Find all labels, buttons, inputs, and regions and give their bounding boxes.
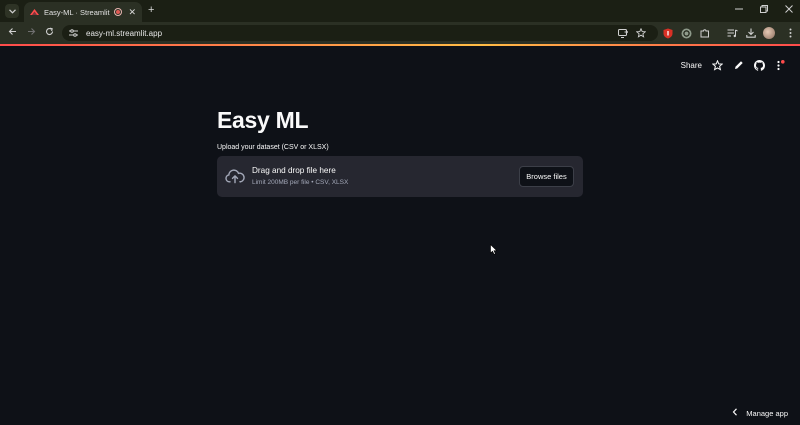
site-info-icon[interactable] bbox=[68, 28, 78, 38]
cloud-upload-icon bbox=[225, 169, 245, 184]
uploader-label: Upload your dataset (CSV or XLSX) bbox=[217, 144, 329, 151]
bookmark-star-icon[interactable] bbox=[636, 25, 646, 41]
dropzone-limits: Limit 200MB per file • CSV, XLSX bbox=[252, 179, 349, 186]
install-app-icon[interactable] bbox=[618, 25, 628, 41]
share-button[interactable]: Share bbox=[681, 61, 702, 70]
browser-tab-bar: Easy-ML · Streamlit ✕ + bbox=[0, 0, 800, 22]
restore-icon[interactable] bbox=[760, 5, 768, 15]
browser-menu-icon[interactable] bbox=[783, 26, 797, 40]
manage-app-label: Manage app bbox=[746, 408, 788, 418]
address-bar[interactable]: easy-ml.streamlit.app bbox=[62, 25, 658, 41]
minimize-icon[interactable] bbox=[735, 5, 743, 15]
main-content: Easy ML Upload your dataset (CSV or XLSX… bbox=[217, 106, 583, 197]
dropzone-instructions: Drag and drop file here bbox=[252, 166, 336, 175]
profile-avatar[interactable] bbox=[763, 27, 775, 39]
main-menu-icon[interactable] bbox=[775, 59, 786, 71]
page-title: Easy ML bbox=[217, 107, 309, 133]
window-close-icon[interactable] bbox=[785, 5, 793, 15]
browser-tab-active[interactable]: Easy-ML · Streamlit ✕ bbox=[24, 2, 142, 22]
shield-extension-icon[interactable] bbox=[661, 26, 675, 40]
manage-app-button[interactable]: Manage app bbox=[732, 408, 788, 418]
file-dropzone[interactable]: Drag and drop file here Limit 200MB per … bbox=[217, 156, 583, 197]
streamlit-app: Share Easy ML Upload your dataset (CSV o… bbox=[0, 46, 800, 425]
chevron-left-icon bbox=[732, 408, 738, 418]
app-header-toolbar: Share bbox=[681, 58, 786, 72]
tab-title: Easy-ML · Streamlit bbox=[44, 7, 110, 17]
tab-search-button[interactable] bbox=[5, 4, 19, 18]
back-arrow-icon[interactable] bbox=[8, 27, 17, 39]
tab-close-icon[interactable]: ✕ bbox=[128, 7, 136, 17]
url-text: easy-ml.streamlit.app bbox=[86, 28, 163, 38]
browse-files-button[interactable]: Browse files bbox=[519, 166, 574, 187]
github-icon[interactable] bbox=[754, 59, 765, 71]
recording-indicator-icon bbox=[114, 8, 123, 16]
extensions-puzzle-icon[interactable] bbox=[698, 26, 712, 40]
star-icon[interactable] bbox=[712, 59, 723, 71]
chevron-down-icon bbox=[8, 8, 16, 14]
chatgpt-extension-icon[interactable] bbox=[679, 26, 693, 40]
browser-toolbar: easy-ml.streamlit.app bbox=[0, 22, 800, 44]
forward-arrow-icon[interactable] bbox=[27, 27, 36, 39]
mouse-pointer-icon bbox=[490, 244, 498, 255]
reload-icon[interactable] bbox=[45, 27, 54, 39]
download-icon[interactable] bbox=[744, 26, 758, 40]
edit-pencil-icon[interactable] bbox=[733, 60, 744, 71]
streamlit-favicon-icon bbox=[30, 8, 39, 17]
media-controls-icon[interactable] bbox=[725, 26, 739, 40]
new-tab-button[interactable]: + bbox=[148, 5, 154, 16]
